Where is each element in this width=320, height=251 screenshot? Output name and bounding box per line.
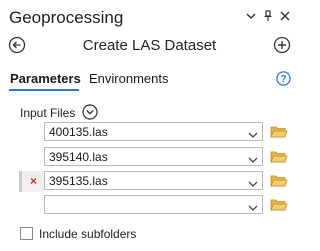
- svg-text:?: ?: [280, 74, 286, 85]
- include-subfolders-label: Include subfolders: [39, 227, 137, 241]
- input-file-value: 395140.las: [49, 150, 108, 164]
- input-file-combo[interactable]: [44, 195, 263, 214]
- input-file-row: [0, 195, 299, 216]
- expand-chevron-icon[interactable]: [82, 104, 98, 120]
- chevron-down-icon[interactable]: [248, 127, 258, 138]
- remove-icon[interactable]: ×: [30, 174, 37, 188]
- tab-parameters[interactable]: Parameters: [10, 71, 81, 86]
- input-file-combo[interactable]: 395135.las: [44, 171, 263, 190]
- close-icon[interactable]: [278, 9, 292, 23]
- folder-open-icon[interactable]: [270, 149, 288, 164]
- input-files-label: Input Files: [20, 106, 76, 120]
- folder-open-icon[interactable]: [270, 124, 288, 139]
- include-subfolders-checkbox[interactable]: [20, 227, 33, 240]
- help-icon[interactable]: ?: [276, 71, 291, 86]
- input-file-value: 395135.las: [49, 174, 108, 188]
- pin-icon[interactable]: [261, 9, 275, 23]
- title-bar: Geoprocessing: [0, 0, 299, 33]
- geoprocessing-pane: Geoprocessing Create LAS Dataset Paramet…: [0, 0, 299, 251]
- folder-open-icon[interactable]: [270, 173, 288, 188]
- pane-title: Geoprocessing: [9, 8, 124, 27]
- chevron-down-icon[interactable]: [248, 200, 258, 211]
- folder-open-icon[interactable]: [270, 197, 288, 212]
- input-file-value: 400135.las: [49, 125, 108, 139]
- active-tab-indicator: [9, 89, 79, 91]
- chevron-down-icon[interactable]: [248, 176, 258, 187]
- input-file-row: 395140.las: [0, 147, 299, 168]
- add-icon[interactable]: [273, 36, 291, 54]
- input-file-combo[interactable]: 395140.las: [44, 147, 263, 166]
- input-file-combo[interactable]: 400135.las: [44, 122, 263, 141]
- tab-environments[interactable]: Environments: [89, 71, 168, 86]
- tool-title: Create LAS Dataset: [82, 37, 217, 54]
- input-file-row: × 395135.las: [0, 171, 299, 192]
- input-file-row: 400135.las: [0, 122, 299, 143]
- chevron-down-icon[interactable]: [244, 9, 258, 23]
- chevron-down-icon[interactable]: [248, 152, 258, 163]
